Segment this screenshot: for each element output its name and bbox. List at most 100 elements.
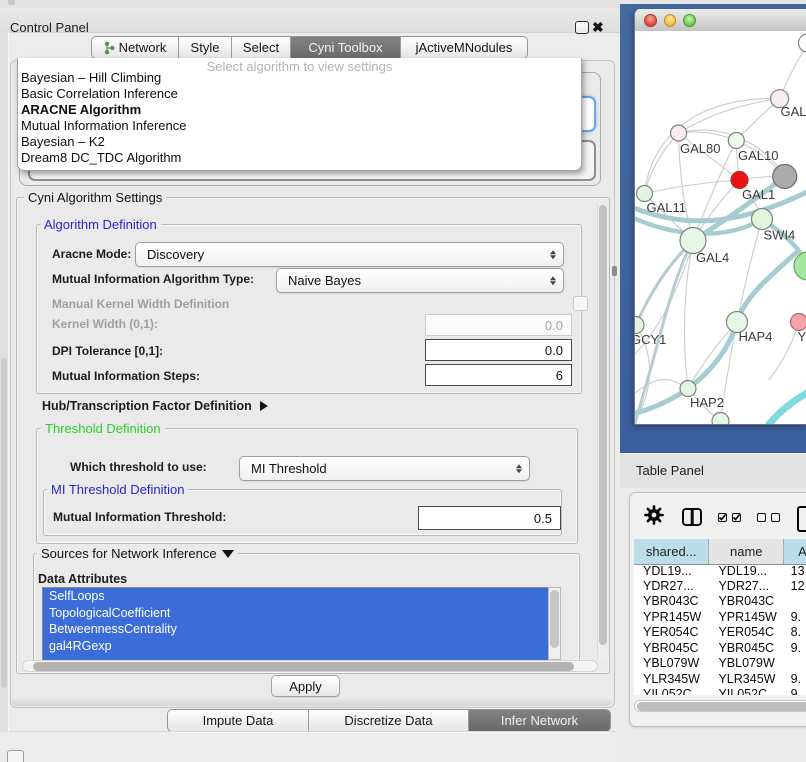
gear-icon[interactable] xyxy=(644,505,664,530)
network-node-gray-hub[interactable] xyxy=(773,165,797,189)
minimize-traffic-light[interactable] xyxy=(664,14,677,27)
table-row[interactable]: YDR27...YDR27...12 xyxy=(634,579,806,594)
aracne-mode-combo[interactable]: Discovery xyxy=(135,242,564,267)
attribute-item[interactable]: gal4RGexp xyxy=(43,638,548,655)
float-icon[interactable] xyxy=(575,21,589,34)
unchecked-box-icon[interactable] xyxy=(771,513,780,522)
control-panel-tabs: NetworkStyleSelectCyni ToolboxjActiveMNo… xyxy=(91,36,528,59)
network-node-top-cut[interactable] xyxy=(799,34,806,52)
table-row[interactable]: YBL079WYBL079W xyxy=(634,656,806,671)
bottom-tab-discretize-data[interactable]: Discretize Data xyxy=(309,710,469,731)
close-traffic-light[interactable] xyxy=(644,14,657,27)
zoom-traffic-light[interactable] xyxy=(683,14,696,27)
threshold-definition-title: Threshold Definition xyxy=(41,421,165,436)
cyni-bottom-tabs: Impute DataDiscretize DataInfer Network xyxy=(167,709,611,732)
table-cell: YBR043C xyxy=(634,594,709,609)
column-header[interactable]: shared... xyxy=(634,539,709,564)
table-horizontal-scrollbar-thumb[interactable] xyxy=(637,702,806,711)
tab-cyni-toolbox[interactable]: Cyni Toolbox xyxy=(291,37,401,58)
table-cell: YIL052C xyxy=(709,687,784,695)
dropdown-item[interactable]: Mutual Information Inference xyxy=(21,118,186,134)
dropdown-item[interactable]: Bayesian – Hill Climbing xyxy=(21,70,186,86)
aracne-mode-label: Aracne Mode: xyxy=(52,247,131,261)
unchecked-box-icon[interactable] xyxy=(757,513,766,522)
table-row[interactable]: YBR045CYBR045C9. xyxy=(634,641,806,656)
data-attributes-list[interactable]: SelfLoopsTopologicalCoefficientBetweenne… xyxy=(42,587,549,662)
table-cell: YLR345W xyxy=(634,672,709,687)
manual-kernel-checkbox[interactable] xyxy=(573,296,588,311)
tab-jactivemnodules[interactable]: jActiveMNodules xyxy=(401,37,527,58)
bottom-left-checkbox[interactable] xyxy=(7,750,24,762)
hub-definition-toggle[interactable]: Hub/Transcription Factor Definition xyxy=(42,399,268,413)
cyni-algorithm-settings-title: Cyni Algorithm Settings xyxy=(24,190,166,205)
bottom-tab-impute-data[interactable]: Impute Data xyxy=(168,710,309,731)
table-row[interactable]: YLR345WYLR345W9. xyxy=(634,672,806,687)
table-row[interactable]: YDL19...YDL19...13 xyxy=(634,564,806,579)
table-cell: 9. xyxy=(784,610,806,625)
mi-threshold-label: Mutual Information Threshold: xyxy=(53,510,226,524)
column-header[interactable]: A xyxy=(784,539,806,564)
tab-style[interactable]: Style xyxy=(179,37,232,58)
dropdown-item[interactable]: ARACNE Algorithm xyxy=(21,102,186,118)
network-edge xyxy=(737,219,762,322)
which-threshold-combo[interactable]: MI Threshold xyxy=(239,456,530,481)
attribute-item[interactable]: TopologicalCoefficient xyxy=(43,605,548,622)
network-node-GCY1[interactable] xyxy=(635,317,644,334)
panel-edge-handle[interactable] xyxy=(612,266,617,276)
tab-select[interactable]: Select xyxy=(232,37,291,58)
table-cell: YER054C xyxy=(709,625,784,640)
left-scrollbar-thumb[interactable] xyxy=(1,358,7,688)
network-node-bottom-cut[interactable] xyxy=(712,413,729,425)
dropdown-item[interactable]: Basic Correlation Inference xyxy=(21,86,186,102)
kernel-width-field[interactable]: 0.0 xyxy=(425,314,572,336)
network-node-GAL10[interactable] xyxy=(728,133,744,149)
checked-box-icon[interactable] xyxy=(718,513,727,522)
split-columns-icon[interactable] xyxy=(682,508,702,526)
document-icon[interactable] xyxy=(797,506,806,532)
node-label-HAP2: HAP2 xyxy=(690,395,724,410)
network-canvas[interactable]: GALGAL80GAL10GAL1GAL11SWI4GAL4GCY1HAP4YH… xyxy=(635,31,806,424)
mi-type-combo[interactable]: Naive Bayes xyxy=(276,268,564,293)
attribute-item[interactable]: BetweennessCentrality xyxy=(43,621,548,638)
algorithm-definition-title: Algorithm Definition xyxy=(40,217,161,232)
node-label-HAP4: HAP4 xyxy=(739,329,773,344)
table-row[interactable]: YER054CYER054C8. xyxy=(634,625,806,640)
mi-threshold-field[interactable]: 0.5 xyxy=(418,506,561,530)
network-node-GAL1-red[interactable] xyxy=(731,172,748,189)
table-panel-titlebar: Table Panel xyxy=(620,453,806,489)
table-cell: YDL19... xyxy=(709,564,784,579)
close-icon[interactable]: ✖ xyxy=(592,19,604,36)
dropdown-items: Bayesian – Hill ClimbingBasic Correlatio… xyxy=(21,70,186,167)
dpi-tolerance-field[interactable]: 0.0 xyxy=(425,339,572,361)
bottom-tab-infer-network[interactable]: Infer Network xyxy=(469,710,610,731)
network-window-titlebar[interactable] xyxy=(635,9,806,32)
table-body: YDL19...YDL19...13YDR27...YDR27...12YBR0… xyxy=(634,564,806,696)
apply-button[interactable]: Apply xyxy=(271,675,340,697)
table-row[interactable]: YIL052CYIL052C9. xyxy=(634,687,806,695)
settings-vertical-scrollbar-thumb[interactable] xyxy=(599,205,607,645)
network-node-GAL80[interactable] xyxy=(671,125,687,141)
checked-box-icon[interactable] xyxy=(732,513,741,522)
dropdown-item[interactable]: Dream8 DC_TDC Algorithm xyxy=(21,150,186,166)
network-view-window: GALGAL80GAL10GAL1GAL11SWI4GAL4GCY1HAP4YH… xyxy=(634,9,806,425)
settings-horizontal-scrollbar-thumb[interactable] xyxy=(33,662,574,671)
tab-network[interactable]: Network xyxy=(92,37,179,58)
mi-threshold-title: MI Threshold Definition xyxy=(47,482,188,497)
sources-toggle[interactable]: Sources for Network Inference xyxy=(37,546,238,561)
which-threshold-value: MI Threshold xyxy=(240,461,327,476)
table-cell: 13 xyxy=(784,564,806,579)
network-node-mid-green[interactable] xyxy=(752,209,773,230)
node-label-SWI4: SWI4 xyxy=(764,228,796,243)
mi-steps-field[interactable]: 6 xyxy=(425,364,572,386)
attributes-scrollbar-thumb[interactable] xyxy=(550,590,559,648)
dropdown-item[interactable]: Bayesian – K2 xyxy=(21,134,186,150)
network-node-Y-salmon[interactable] xyxy=(791,314,806,331)
data-attributes-label: Data Attributes xyxy=(38,572,127,586)
attribute-item[interactable]: SelfLoops xyxy=(43,588,548,605)
control-panel-titlebar: Control Panel ✖ xyxy=(0,8,620,33)
network-graph: GALGAL80GAL10GAL1GAL11SWI4GAL4GCY1HAP4YH… xyxy=(635,31,806,424)
column-header[interactable]: name xyxy=(709,539,784,564)
table-panel-title: Table Panel xyxy=(636,463,704,478)
table-row[interactable]: YBR043CYBR043C xyxy=(634,594,806,609)
table-row[interactable]: YPR145WYPR145W9. xyxy=(634,610,806,625)
